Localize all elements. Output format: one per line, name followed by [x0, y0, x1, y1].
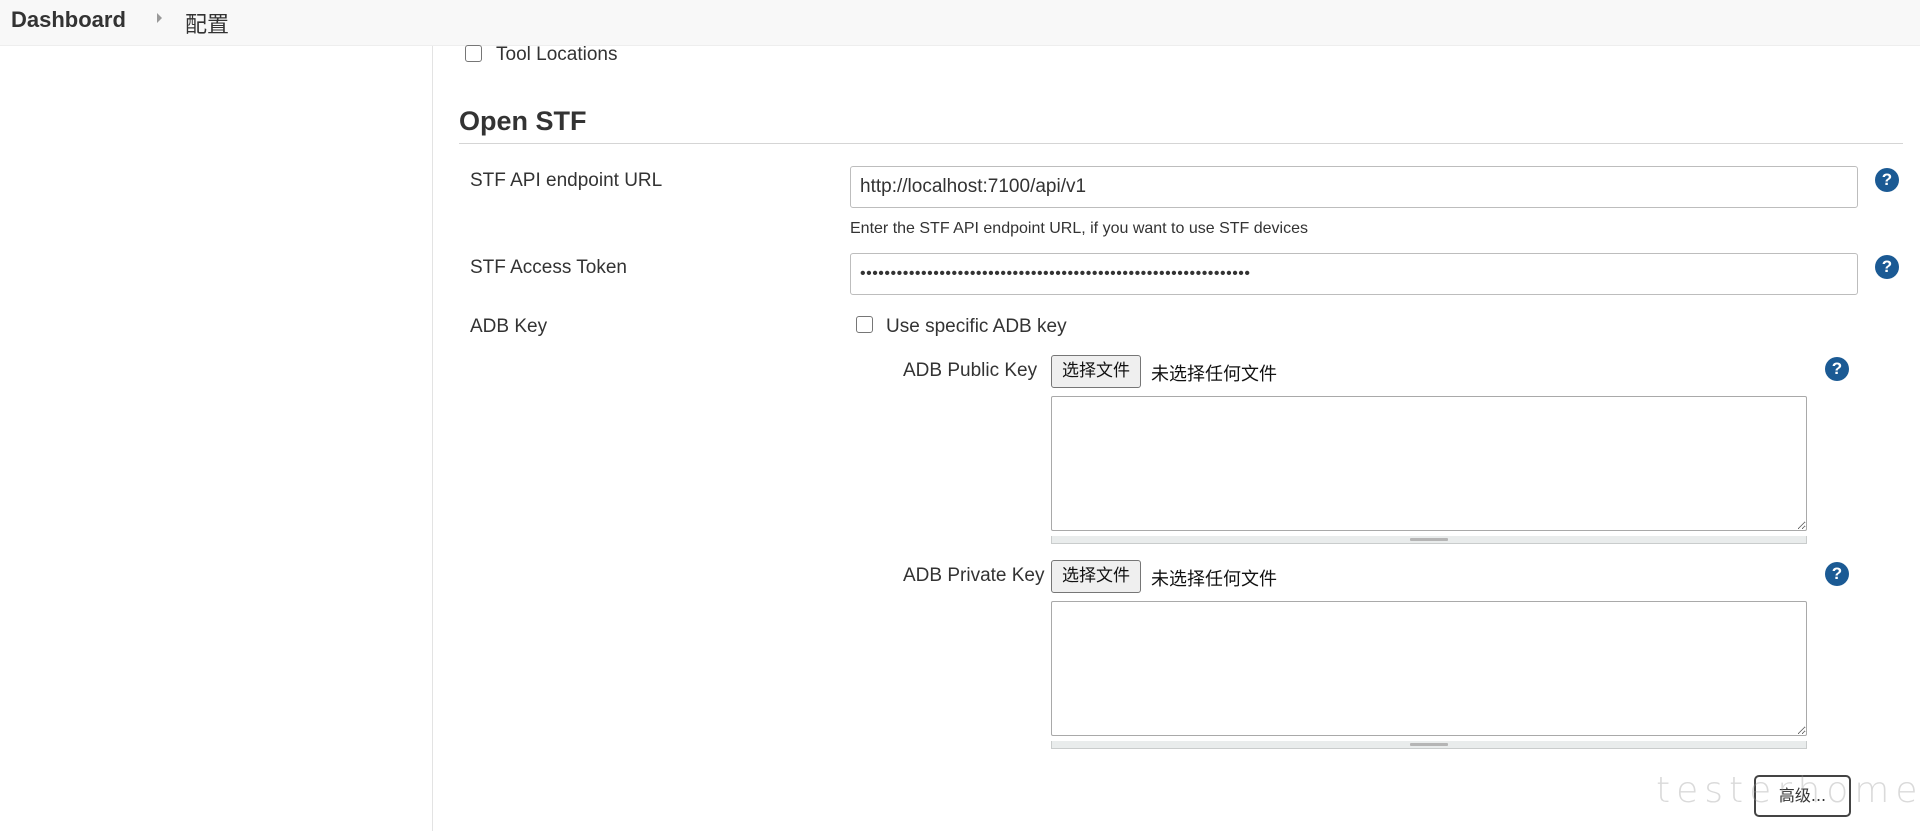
adb-private-key-textarea[interactable]: [1051, 601, 1807, 736]
breadcrumb-dashboard-link[interactable]: Dashboard: [11, 7, 126, 33]
adb-public-key-resize-grip[interactable]: [1051, 536, 1807, 544]
section-title: Open STF: [459, 106, 587, 136]
adb-private-key-file-status: 未选择任何文件: [1151, 569, 1277, 590]
grip-handle-icon: [1410, 538, 1448, 541]
breadcrumb-chevron-right-icon: [157, 13, 162, 23]
adb-public-key-textarea[interactable]: [1051, 396, 1807, 531]
stf-access-token-help-icon[interactable]: ?: [1875, 255, 1899, 279]
adb-public-key-file-status: 未选择任何文件: [1151, 364, 1277, 385]
adb-private-key-help-icon[interactable]: ?: [1825, 562, 1849, 586]
adb-private-key-resize-grip[interactable]: [1051, 741, 1807, 749]
breadcrumb-bar: Dashboard 配置: [0, 0, 1920, 46]
stf-access-token-label: STF Access Token: [470, 257, 627, 278]
section-divider: [459, 143, 1903, 144]
advanced-button[interactable]: 高级...: [1754, 775, 1851, 817]
stf-api-url-hint: Enter the STF API endpoint URL, if you w…: [850, 220, 1308, 237]
breadcrumb-current-page[interactable]: 配置: [185, 7, 229, 39]
adb-private-key-label: ADB Private Key: [903, 565, 1045, 586]
use-specific-adb-key-checkbox[interactable]: [856, 316, 873, 333]
adb-public-key-choose-file-button[interactable]: 选择文件: [1051, 355, 1141, 388]
stf-access-token-input[interactable]: [850, 253, 1858, 295]
tool-locations-checkbox[interactable]: [465, 45, 482, 62]
adb-key-label: ADB Key: [470, 316, 548, 337]
stf-api-url-help-icon[interactable]: ?: [1875, 168, 1899, 192]
tool-locations-label: Tool Locations: [496, 44, 618, 65]
adb-public-key-help-icon[interactable]: ?: [1825, 357, 1849, 381]
grip-handle-icon: [1410, 743, 1448, 746]
adb-public-key-label: ADB Public Key: [903, 360, 1038, 381]
stf-api-url-label: STF API endpoint URL: [470, 170, 663, 191]
use-specific-adb-key-label: Use specific ADB key: [886, 316, 1067, 337]
stf-api-url-input[interactable]: [850, 166, 1858, 208]
side-panel: [0, 46, 433, 831]
adb-private-key-choose-file-button[interactable]: 选择文件: [1051, 560, 1141, 593]
